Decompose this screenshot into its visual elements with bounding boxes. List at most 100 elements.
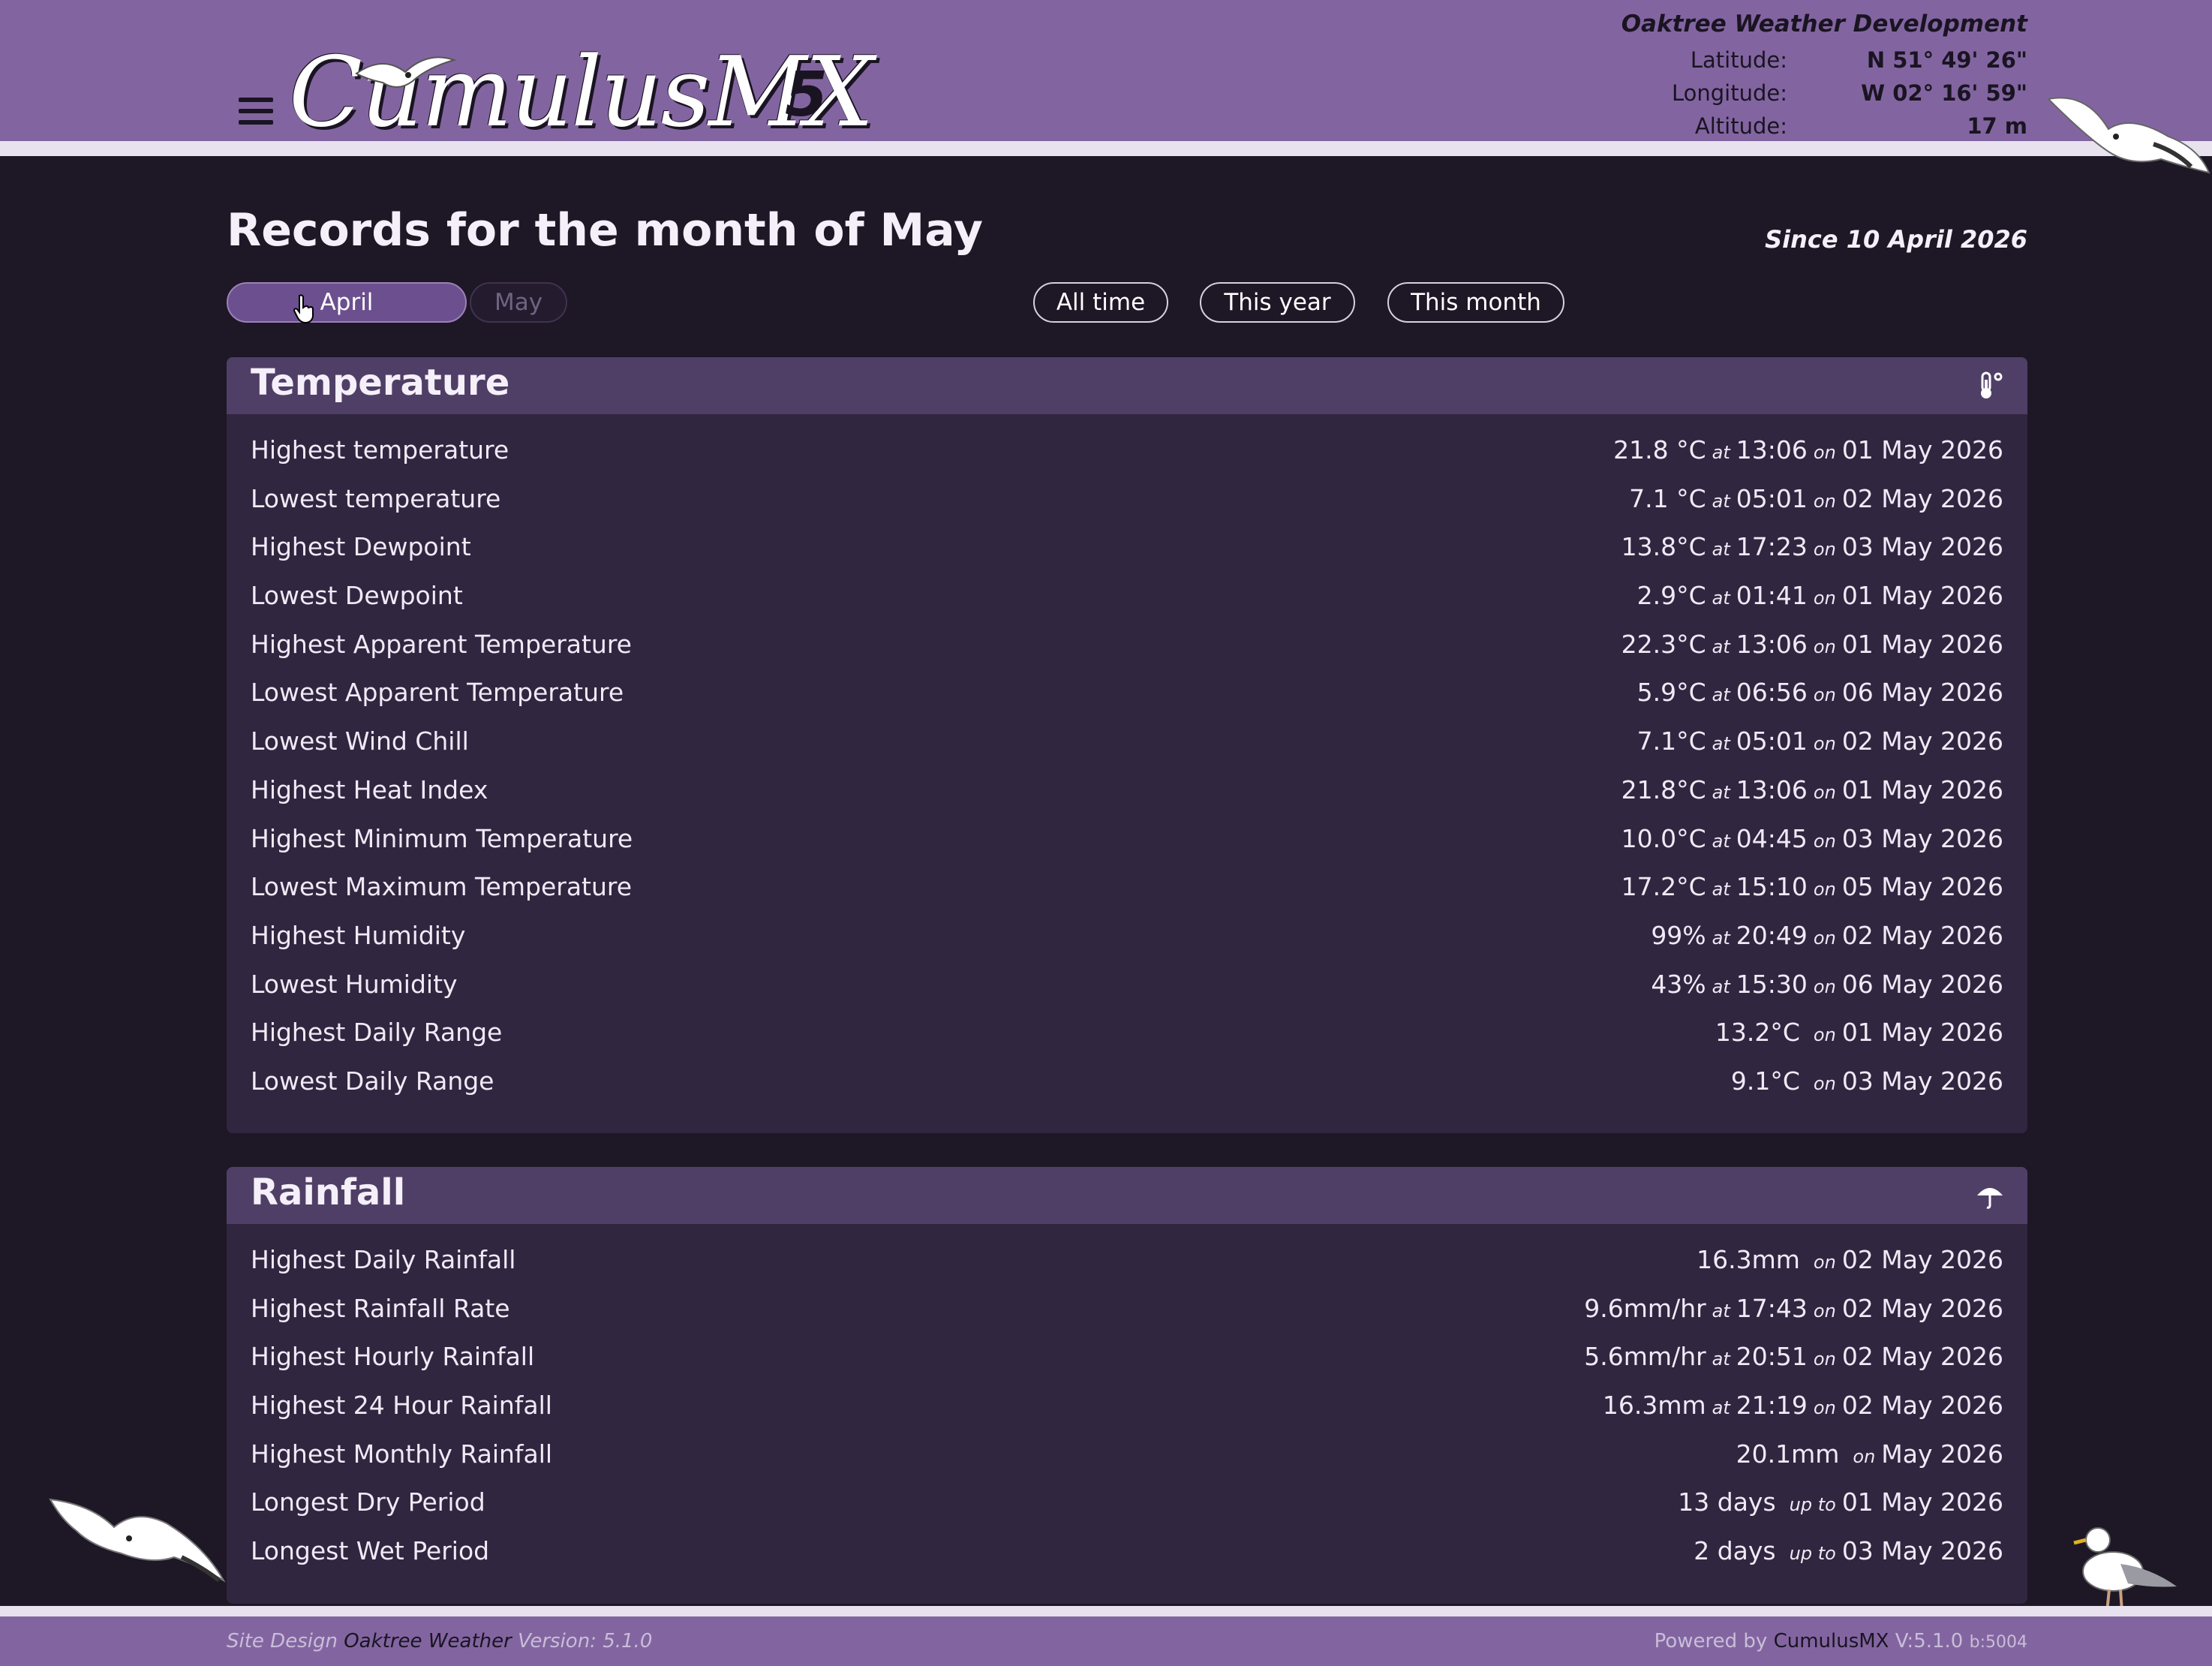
record-value: 21.8°C at 13:06 on 01 May 2026 bbox=[1621, 775, 2003, 804]
this-year-button[interactable]: This year bbox=[1200, 282, 1355, 323]
record-value: 20.1mm on May 2026 bbox=[1736, 1439, 2003, 1469]
record-time: 15:10 bbox=[1736, 872, 1808, 902]
record-amount: 43% bbox=[1651, 969, 1706, 999]
record-at-word: at bbox=[1712, 781, 1730, 803]
record-date-prefix: on bbox=[1813, 976, 1836, 997]
record-date: 02 May 2026 bbox=[1841, 483, 2003, 513]
record-date-prefix: on bbox=[1813, 636, 1836, 657]
record-label: Lowest Maximum Temperature bbox=[251, 872, 633, 902]
footer-site-design: Site Design Oaktree Weather Version: 5.1… bbox=[227, 1630, 652, 1652]
record-value: 7.1°C at 05:01 on 02 May 2026 bbox=[1637, 726, 2003, 756]
record-value: 16.3mm at 21:19 on 02 May 2026 bbox=[1603, 1391, 2003, 1420]
record-label: Highest Humidity bbox=[251, 920, 466, 950]
record-value: 22.3°C at 13:06 on 01 May 2026 bbox=[1621, 630, 2003, 659]
record-label: Highest 24 Hour Rainfall bbox=[251, 1391, 552, 1421]
record-time: 04:45 bbox=[1736, 823, 1808, 853]
record-label: Highest Monthly Rainfall bbox=[251, 1439, 553, 1469]
record-value: 5.6mm/hr at 20:51 on 02 May 2026 bbox=[1584, 1342, 2003, 1371]
record-row: Lowest Humidity 43% at 15:30 on 06 May 2026 bbox=[227, 959, 2027, 1008]
record-amount: 10.0°C bbox=[1621, 823, 1706, 853]
record-date: 06 May 2026 bbox=[1841, 678, 2003, 708]
record-date: 02 May 2026 bbox=[1841, 726, 2003, 756]
record-date: 03 May 2026 bbox=[1841, 1066, 2003, 1096]
header-divider bbox=[0, 141, 2212, 156]
record-row: Highest Heat Index 21.8°C at 13:06 on 01 May … bbox=[227, 765, 2027, 813]
record-amount: 5.9°C bbox=[1636, 678, 1706, 708]
all-time-button[interactable]: All time bbox=[1033, 282, 1168, 323]
record-at-word: at bbox=[1712, 830, 1730, 852]
month-button-may[interactable]: May bbox=[470, 282, 567, 323]
record-date: 01 May 2026 bbox=[1841, 629, 2003, 659]
record-amount: 13 days bbox=[1678, 1487, 1776, 1517]
record-value: 9.1°C on 03 May 2026 bbox=[1731, 1066, 2003, 1096]
record-label: Highest Hourly Rainfall bbox=[251, 1342, 535, 1372]
record-time: 13:06 bbox=[1736, 435, 1808, 465]
hamburger-menu-icon[interactable] bbox=[239, 98, 273, 128]
footer-cumulus-link[interactable]: CumulusMX bbox=[1774, 1630, 1889, 1652]
record-value: 13.8°C at 17:23 on 03 May 2026 bbox=[1621, 532, 2003, 561]
record-amount: 21.8 °C bbox=[1613, 435, 1706, 465]
record-date: 02 May 2026 bbox=[1841, 920, 2003, 950]
record-date-prefix: on bbox=[1813, 1349, 1836, 1370]
footer-divider bbox=[0, 1606, 2212, 1616]
footer-design-link[interactable]: Oaktree Weather bbox=[344, 1630, 512, 1652]
record-value: 17.2°C at 15:10 on 05 May 2026 bbox=[1621, 872, 2003, 901]
record-date-prefix: on bbox=[1813, 733, 1836, 755]
record-at-word: at bbox=[1712, 1397, 1730, 1419]
records-since-date: Since 10 April 2026 bbox=[1765, 225, 2027, 254]
record-date-prefix: on bbox=[1813, 1397, 1836, 1419]
record-time: 17:43 bbox=[1736, 1293, 1808, 1323]
record-date: 02 May 2026 bbox=[1841, 1391, 2003, 1421]
month-button-april[interactable]: April bbox=[227, 282, 467, 323]
record-date: 01 May 2026 bbox=[1841, 774, 2003, 804]
rainfall-panel-title: Rainfall bbox=[251, 1171, 406, 1213]
record-date: 02 May 2026 bbox=[1841, 1245, 2003, 1274]
seagull-standing-icon bbox=[2073, 1527, 2177, 1613]
record-row: Highest Daily Rainfall 16.3mm on 02 May 202… bbox=[227, 1234, 2027, 1283]
page-title: Records for the month of May bbox=[227, 204, 984, 257]
site-footer: Site Design Oaktree Weather Version: 5.1… bbox=[0, 1616, 2212, 1666]
record-row: Highest Daily Range 13.2°C on 01 May 2026 bbox=[227, 1007, 2027, 1056]
record-amount: 7.1°C bbox=[1636, 726, 1706, 756]
record-label: Lowest Daily Range bbox=[251, 1066, 494, 1096]
temperature-panel-title: Temperature bbox=[251, 362, 510, 404]
record-row: Lowest Apparent Temperature 5.9°C at 06:56 o… bbox=[227, 667, 2027, 716]
altitude-value: 17 m bbox=[1967, 113, 2027, 139]
footer-powered-by: Powered by CumulusMX V:5.1.0 b:5004 bbox=[1654, 1630, 2027, 1652]
record-amount: 16.3mm bbox=[1602, 1391, 1706, 1421]
record-value: 99% at 20:49 on 02 May 2026 bbox=[1651, 921, 2003, 950]
record-amount: 5.6mm/hr bbox=[1584, 1342, 1706, 1372]
record-row: Highest Apparent Temperature 22.3°C at 13:0… bbox=[227, 619, 2027, 668]
footer-powered-version: V:5.1.0 bbox=[1895, 1630, 1964, 1652]
record-date-prefix: on bbox=[1813, 684, 1836, 706]
record-label: Highest Rainfall Rate bbox=[251, 1293, 510, 1323]
record-label: Highest Dewpoint bbox=[251, 532, 471, 562]
record-value: 9.6mm/hr at 17:43 on 02 May 2026 bbox=[1584, 1294, 2003, 1323]
longitude-label: Longitude: bbox=[1671, 80, 1787, 106]
station-name: Oaktree Weather Development bbox=[1621, 11, 2027, 38]
record-row: Longest Wet Period 2 days up to 03 May 2026 bbox=[227, 1526, 2027, 1574]
record-amount: 13.8°C bbox=[1621, 532, 1706, 562]
record-amount: 9.6mm/hr bbox=[1584, 1293, 1706, 1323]
rainfall-panel: Rainfall Highest Daily Rainfall 16.3mm on 0… bbox=[227, 1167, 2027, 1604]
record-date-prefix: on bbox=[1813, 442, 1836, 463]
rainfall-panel-header: Rainfall bbox=[227, 1167, 2027, 1224]
seagull-logo-icon bbox=[355, 56, 457, 88]
record-date-prefix: on bbox=[1813, 879, 1836, 901]
record-at-word: at bbox=[1712, 1300, 1730, 1322]
record-row: Highest Hourly Rainfall 5.6mm/hr at 20:51 on… bbox=[227, 1331, 2027, 1380]
record-date: 03 May 2026 bbox=[1841, 823, 2003, 853]
record-time: 06:56 bbox=[1736, 678, 1808, 708]
record-date: May 2026 bbox=[1881, 1439, 2003, 1469]
record-at-word: at bbox=[1712, 684, 1730, 706]
record-time: 01:41 bbox=[1736, 581, 1808, 611]
record-date: 03 May 2026 bbox=[1841, 1536, 2003, 1566]
record-at-word: at bbox=[1712, 976, 1730, 997]
record-time: 21:19 bbox=[1736, 1391, 1808, 1421]
record-value: 43% at 15:30 on 06 May 2026 bbox=[1651, 970, 2003, 999]
record-amount: 20.1mm bbox=[1736, 1439, 1840, 1469]
record-amount: 9.1°C bbox=[1730, 1066, 1800, 1096]
this-month-button[interactable]: This month bbox=[1387, 282, 1564, 323]
hand-pointer-cursor-icon bbox=[293, 294, 314, 324]
record-amount: 13.2°C bbox=[1715, 1018, 1800, 1048]
